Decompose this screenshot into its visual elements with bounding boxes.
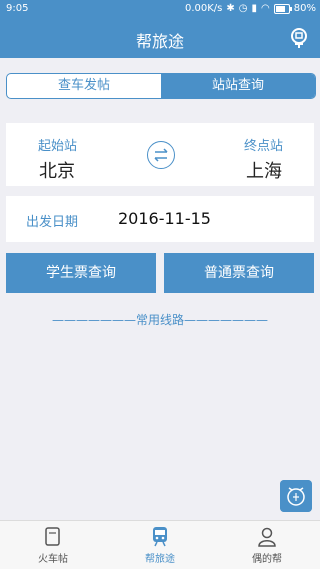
departure-date-label: 出发日期 xyxy=(26,215,79,230)
page-title: 帮旅途 xyxy=(135,32,184,51)
tab-station-query[interactable]: 站站查询 xyxy=(161,74,315,98)
from-station-value[interactable]: 北京 xyxy=(39,157,75,183)
status-time: 9:05 xyxy=(6,3,29,14)
from-station-label: 起始站 xyxy=(38,139,78,154)
train-icon xyxy=(153,527,167,547)
tab-my-bang[interactable]: 偶的帮 xyxy=(214,521,320,569)
common-routes-heading: ———————常用线路——————— xyxy=(51,313,268,327)
station-logo-icon[interactable] xyxy=(288,27,310,49)
battery-percent: 80% xyxy=(293,3,316,14)
wifi-icon: ◠ xyxy=(261,3,270,14)
swap-stations-icon[interactable] xyxy=(147,141,175,169)
station-selector: 起始站 北京 终点站 上海 xyxy=(6,123,314,186)
bottom-tab-bar: 火车帖 帮旅途 偶的帮 xyxy=(0,520,320,569)
title-bar: 帮旅途 xyxy=(0,18,320,58)
status-right: 0.00K/s ✱ ◷ ▮ ◠ 80% xyxy=(185,3,316,14)
document-icon xyxy=(45,527,60,546)
battery-icon xyxy=(273,3,292,14)
to-station-value[interactable]: 上海 xyxy=(246,157,282,183)
person-icon xyxy=(258,527,276,547)
status-bar: 9:05 0.00K/s ✱ ◷ ▮ ◠ 80% xyxy=(0,0,320,18)
departure-date-value[interactable]: 2016-11-15 xyxy=(118,209,211,228)
tab-label: 帮旅途 xyxy=(145,554,175,565)
grab-ticket-icon[interactable] xyxy=(280,480,312,512)
tab-label: 火车帖 xyxy=(38,554,68,565)
alarm-icon: ◷ xyxy=(238,3,248,14)
tab-train-posts[interactable]: 火车帖 xyxy=(0,521,106,569)
tab-label: 偶的帮 xyxy=(252,554,282,565)
network-speed: 0.00K/s xyxy=(184,3,223,14)
signal-icon: ▮ xyxy=(251,3,258,14)
normal-ticket-query-button[interactable]: 普通票查询 xyxy=(164,253,314,293)
query-mode-segment: 查车发帖 站站查询 xyxy=(6,73,316,99)
tab-post-search[interactable]: 查车发帖 xyxy=(7,74,161,98)
to-station-label: 终点站 xyxy=(244,139,284,154)
departure-date-row[interactable]: 出发日期 2016-11-15 xyxy=(6,196,314,242)
tab-bang-lvtu[interactable]: 帮旅途 xyxy=(107,521,213,569)
bluetooth-icon: ✱ xyxy=(226,3,235,14)
student-ticket-query-button[interactable]: 学生票查询 xyxy=(6,253,156,293)
